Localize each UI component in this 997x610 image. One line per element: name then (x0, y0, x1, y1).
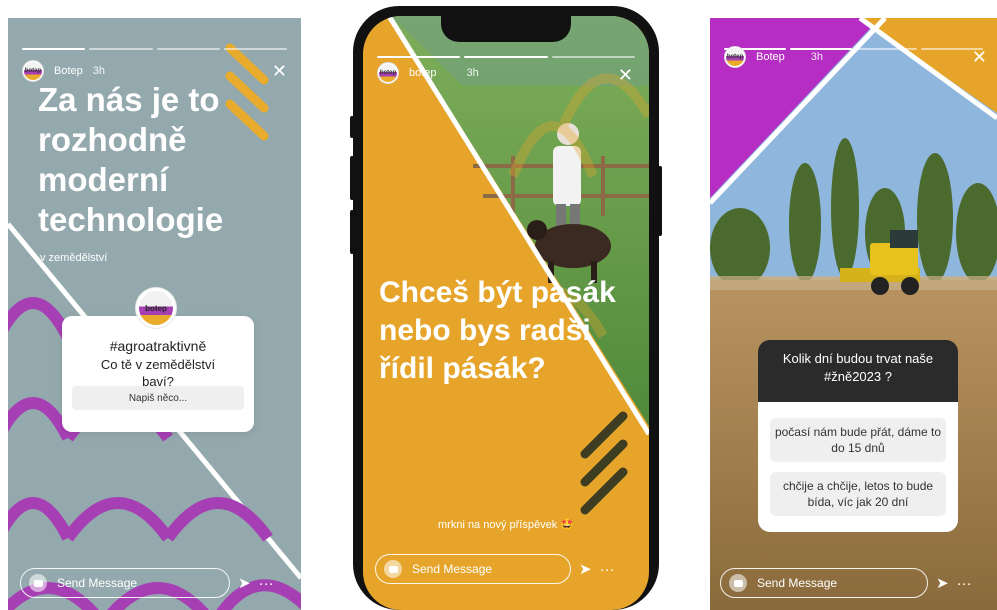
progress-segment (464, 56, 548, 58)
progress-segment (551, 56, 635, 58)
story-progress (377, 56, 635, 58)
question-text: Co tě v zemědělství baví? (100, 357, 216, 389)
story-zne-quiz: botep Botep 3h ✕ Kolik dní budou trvat n… (710, 18, 997, 610)
send-message-input[interactable]: Send Message (720, 568, 928, 598)
stories-showcase: botep Botep 3h ✕ Za nás je to rozhodně m… (0, 0, 997, 610)
story-time: 3h (810, 51, 823, 63)
account-name[interactable]: botep (409, 67, 437, 79)
progress-segment (223, 48, 287, 50)
quiz-answer-option[interactable]: počasí nám bude přát, dáme to do 15 dnů (770, 418, 946, 462)
story-pasak: botep botep 3h ✕ Chceš být pasák nebo by… (363, 16, 649, 610)
send-message-input[interactable]: Send Message (375, 554, 571, 584)
message-bar: Send Message ➤ ··· (720, 568, 972, 598)
story-progress (22, 48, 287, 50)
question-avatar-label: botep (145, 303, 167, 313)
camera-icon[interactable] (384, 560, 402, 578)
story-header[interactable]: botep botep 3h (377, 62, 479, 84)
close-icon[interactable]: ✕ (618, 66, 633, 84)
phone-side-button (350, 116, 354, 138)
star-struck-emoji: 🤩 (560, 519, 574, 531)
phone-notch (441, 16, 571, 42)
camera-icon[interactable] (29, 574, 47, 592)
story-header[interactable]: botep Botep 3h (22, 60, 105, 82)
question-answer-input[interactable]: Napiš něco... (72, 386, 244, 410)
avatar-label: botep (726, 54, 744, 60)
progress-segment (156, 48, 220, 50)
avatar[interactable]: botep (377, 62, 399, 84)
avatar-label: botep (24, 68, 42, 74)
story-time: 3h (92, 65, 105, 77)
send-icon[interactable]: ➤ (579, 560, 592, 578)
story-footer-text: mrkni na nový příspěvek (438, 519, 558, 531)
camera-icon[interactable] (729, 574, 747, 592)
more-icon[interactable]: ··· (957, 575, 972, 592)
send-message-placeholder: Send Message (412, 562, 493, 576)
progress-segment (89, 48, 153, 50)
account-name[interactable]: Botep (756, 51, 785, 63)
send-icon[interactable]: ➤ (238, 574, 251, 592)
phone-side-button (350, 210, 354, 254)
avatar-label: botep (379, 70, 397, 76)
progress-segment (855, 48, 918, 50)
send-message-placeholder: Send Message (57, 576, 138, 590)
quiz-answers: počasí nám bude přát, dáme to do 15 dnů … (758, 402, 958, 532)
story-agroatraktivne: botep Botep 3h ✕ Za nás je to rozhodně m… (8, 18, 301, 610)
story-time: 3h (466, 67, 479, 79)
quiz-question: Kolik dní budou trvat naše #žně2023 ? (758, 340, 958, 402)
question-avatar: botep (136, 288, 176, 328)
more-icon[interactable]: ··· (600, 561, 615, 578)
send-icon[interactable]: ➤ (936, 574, 949, 592)
quiz-answer-option[interactable]: chčije a chčije, letos to bude bída, víc… (770, 472, 946, 516)
story-footer: mrkni na nový příspěvek 🤩 (363, 518, 649, 531)
progress-segment (377, 56, 461, 58)
message-bar: Send Message ➤ ··· (20, 568, 274, 598)
avatar[interactable]: botep (22, 60, 44, 82)
phone-side-button (350, 156, 354, 200)
more-icon[interactable]: ··· (259, 575, 274, 592)
message-bar: Send Message ➤ ··· (375, 554, 615, 584)
story-header[interactable]: botep Botep 3h (724, 46, 823, 68)
progress-segment (22, 48, 86, 50)
account-name[interactable]: Botep (54, 65, 83, 77)
story-headline: Za nás je to rozhodně moderní technologi… (38, 81, 224, 238)
avatar[interactable]: botep (724, 46, 746, 68)
send-message-input[interactable]: Send Message (20, 568, 230, 598)
question-sticker: #agroatraktivně Co tě v zemědělství baví… (62, 316, 254, 432)
story-headline: Chceš být pasák nebo bys radši řídil pás… (379, 276, 616, 385)
story-subheadline: v zemědělství (40, 252, 108, 264)
send-message-placeholder: Send Message (757, 576, 838, 590)
phone-frame: botep botep 3h ✕ Chceš být pasák nebo by… (350, 6, 662, 610)
close-icon[interactable]: ✕ (972, 48, 987, 66)
close-icon[interactable]: ✕ (272, 62, 287, 80)
question-title: #agroatraktivně (109, 338, 207, 354)
phone-side-button (658, 166, 662, 236)
